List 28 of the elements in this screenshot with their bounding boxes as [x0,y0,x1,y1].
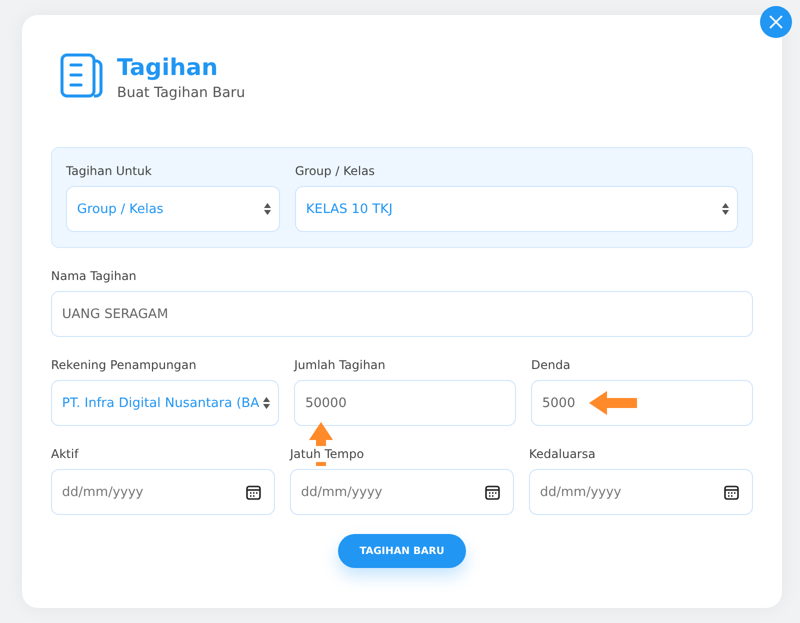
document-icon [60,53,104,98]
text-field[interactable]: 5000 [531,380,754,426]
select-field[interactable]: PT. Infra Digital Nusantara (BA [51,380,280,426]
page-title: Tagihan [117,54,219,83]
arrow-icon [589,391,638,415]
field-label: Nama Tagihan [51,268,136,284]
sort-icon [264,203,271,215]
close-button[interactable] [760,6,792,38]
calendar-icon[interactable] [724,485,739,500]
field-label: Rekening Penampungan [51,357,196,373]
date-field[interactable]: dd/mm/yyyy [51,469,275,515]
submit-button[interactable]: TAGIHAN BARU [338,534,466,568]
field-label: Jatuh Tempo [290,446,364,462]
field-label: Tagihan Untuk [66,163,153,179]
text-field[interactable]: UANG SERAGAM [51,291,753,337]
date-field[interactable]: dd/mm/yyyy [529,469,753,515]
field-label: Jumlah Tagihan [294,357,386,373]
select-field[interactable]: Group / Kelas [66,186,280,232]
select-field[interactable]: KELAS 10 TKJ [295,186,738,232]
close-icon [769,15,783,29]
date-field[interactable]: dd/mm/yyyy [290,469,514,515]
sort-icon [722,203,729,215]
calendar-icon[interactable] [246,485,261,500]
text-field[interactable]: 50000 [294,380,516,426]
calendar-icon[interactable] [485,485,500,500]
field-label: Group / Kelas [295,163,376,179]
page-subtitle: Buat Tagihan Baru [117,84,246,103]
sort-icon [263,397,270,409]
